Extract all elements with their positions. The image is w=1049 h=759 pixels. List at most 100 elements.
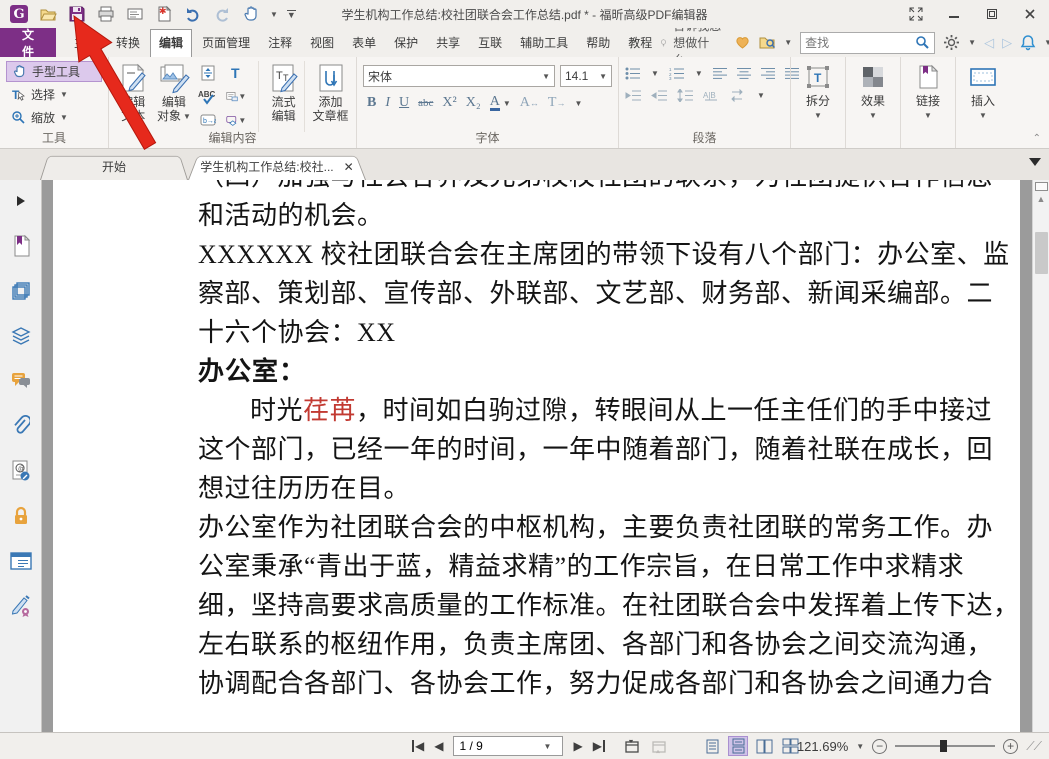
reflow-edit-button[interactable]: TT 流式 编辑: [258, 61, 300, 132]
link-caret[interactable]: ▼: [924, 111, 932, 120]
doc-tab-current[interactable]: 学生机构工作总结:校社... ✕: [188, 153, 366, 180]
font-name-combo[interactable]: 宋体 ▼: [363, 65, 555, 87]
next-view-button[interactable]: [650, 739, 667, 754]
font-color-button[interactable]: A: [490, 95, 500, 111]
zoom-in-button[interactable]: +: [1003, 739, 1018, 754]
add-text-button[interactable]: T: [226, 64, 246, 82]
previous-page-button[interactable]: ◀: [434, 740, 443, 752]
tab-protect[interactable]: 保护: [386, 30, 426, 55]
page-number-box[interactable]: ▼: [453, 736, 563, 756]
attachments-panel-icon[interactable]: [10, 415, 32, 437]
split-button[interactable]: T 拆分 ▼: [797, 61, 839, 132]
doc-tab-close-icon[interactable]: ✕: [344, 160, 354, 174]
expand-panel-icon[interactable]: [10, 190, 32, 212]
char-scale-caret[interactable]: ▼: [574, 99, 582, 108]
pdf-page[interactable]: （四）加强与社会各界及兄弟校校社团的联系，为社团提供合作信息 和活动的机会。 X…: [53, 180, 1020, 732]
print-icon[interactable]: [96, 4, 116, 24]
merge-text-button[interactable]: b→a: [198, 111, 218, 129]
indent-increase-button[interactable]: [625, 89, 641, 102]
zoom-slider-handle[interactable]: [940, 740, 947, 752]
facing-view-button[interactable]: [754, 736, 774, 756]
hand-tool-button[interactable]: 手型工具: [6, 61, 102, 82]
select-dropdown-caret[interactable]: ▼: [60, 90, 68, 99]
char-horizontal-spacing-button[interactable]: A|B: [703, 89, 721, 102]
previous-view-button[interactable]: [623, 739, 640, 754]
link-button[interactable]: 链接 ▼: [907, 61, 949, 132]
gear-icon[interactable]: [943, 34, 960, 51]
tab-edit[interactable]: 编辑: [150, 29, 192, 57]
hand-tool-dropdown-caret[interactable]: ▼: [270, 10, 278, 19]
tab-organize[interactable]: 页面管理: [194, 30, 258, 55]
fullscreen-button[interactable]: [897, 1, 935, 27]
security-panel-icon[interactable]: [10, 505, 32, 527]
insert-button[interactable]: 插入 ▼: [962, 61, 1004, 132]
bullet-list-caret[interactable]: ▼: [651, 69, 659, 78]
align-center-button[interactable]: [737, 67, 751, 80]
scrollbar-split-box[interactable]: [1035, 182, 1048, 191]
tab-comment[interactable]: 注释: [260, 30, 300, 55]
email-icon[interactable]: [125, 4, 145, 24]
tab-file[interactable]: 文件: [0, 28, 56, 57]
tab-list-dropdown-icon[interactable]: [1029, 158, 1041, 166]
find-search-box[interactable]: [800, 32, 935, 54]
numbered-list-caret[interactable]: ▼: [695, 69, 703, 78]
char-spacing-button[interactable]: A↔: [520, 95, 539, 111]
scrollbar-thumb[interactable]: [1035, 232, 1048, 274]
paragraph-spacing-caret[interactable]: ▼: [757, 91, 765, 100]
tab-tutorial[interactable]: 教程: [620, 30, 660, 55]
bullet-list-button[interactable]: [625, 67, 641, 80]
find-search-input[interactable]: [805, 36, 915, 50]
subscript-button[interactable]: X₂: [466, 95, 481, 111]
search-folder-dropdown-caret[interactable]: ▼: [784, 38, 792, 47]
page-number-caret[interactable]: ▼: [543, 742, 551, 751]
align-left-button[interactable]: [713, 67, 727, 80]
history-back-icon[interactable]: ◁: [984, 35, 994, 51]
app-logo-icon[interactable]: G: [9, 4, 29, 24]
search-folder-icon[interactable]: [759, 34, 776, 51]
tab-help[interactable]: 帮助: [578, 30, 618, 55]
bookmarks-panel-icon[interactable]: [10, 235, 32, 257]
save-icon[interactable]: [67, 4, 87, 24]
split-caret[interactable]: ▼: [814, 111, 822, 120]
strikethrough-button[interactable]: abc: [418, 97, 433, 109]
tab-form[interactable]: 表单: [344, 30, 384, 55]
page-thumbnails-panel-icon[interactable]: [10, 280, 32, 302]
notification-bell-icon[interactable]: [1020, 34, 1036, 51]
document-canvas[interactable]: （四）加强与社会各界及兄弟校校社团的联系，为社团提供合作信息 和活动的机会。 X…: [42, 180, 1032, 732]
digital-signatures-panel-icon[interactable]: @: [10, 460, 32, 482]
spell-check-button[interactable]: ABC: [198, 88, 218, 106]
undo-icon[interactable]: [183, 4, 203, 24]
close-button[interactable]: [1011, 1, 1049, 27]
underline-button[interactable]: U: [399, 95, 409, 111]
doc-tab-start[interactable]: 开始: [40, 153, 188, 180]
last-page-button[interactable]: ▶: [593, 740, 605, 752]
tab-convert[interactable]: 转换: [108, 30, 148, 55]
tab-share[interactable]: 共享: [428, 30, 468, 55]
edit-text-button[interactable]: 编辑 文本: [115, 61, 152, 132]
gear-dropdown-caret[interactable]: ▼: [968, 38, 976, 47]
shapes-button[interactable]: ▼: [226, 111, 246, 129]
zoom-percent-caret[interactable]: ▼: [856, 742, 864, 751]
zoom-dropdown-caret[interactable]: ▼: [60, 113, 68, 122]
bold-button[interactable]: B: [367, 95, 376, 111]
bell-dropdown-caret[interactable]: ▼: [1044, 38, 1049, 47]
page-number-input[interactable]: [459, 739, 543, 753]
insert-caret[interactable]: ▼: [979, 111, 987, 120]
vertical-scrollbar[interactable]: ▲: [1032, 180, 1049, 732]
indent-decrease-button[interactable]: [651, 89, 667, 102]
numbered-list-button[interactable]: 123: [669, 67, 685, 80]
font-size-caret[interactable]: ▼: [599, 72, 607, 81]
history-forward-icon[interactable]: ▷: [1002, 35, 1012, 51]
shapes-dropdown-caret[interactable]: ▼: [238, 116, 246, 125]
zoom-out-button[interactable]: −: [872, 739, 887, 754]
text-comment-button[interactable]: ▼: [226, 88, 246, 106]
italic-button[interactable]: I: [385, 95, 390, 111]
create-pdf-icon[interactable]: ✱: [154, 4, 174, 24]
tab-home[interactable]: 主页: [66, 30, 106, 55]
hand-tool-icon[interactable]: [241, 4, 261, 24]
join-split-text-button[interactable]: [198, 64, 218, 82]
sign-panel-icon[interactable]: [10, 595, 32, 617]
tab-connect[interactable]: 互联: [470, 30, 510, 55]
align-right-button[interactable]: [761, 67, 775, 80]
effects-button[interactable]: 效果 ▼: [852, 61, 894, 132]
